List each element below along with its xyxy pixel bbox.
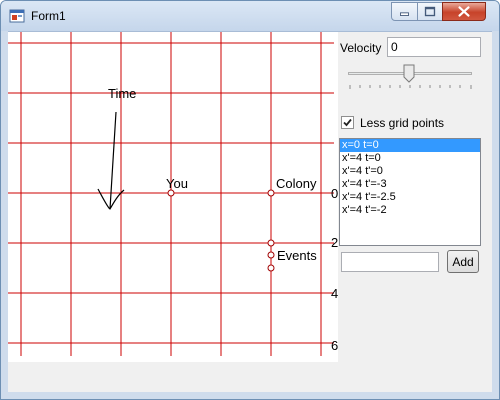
- colony-label: Colony: [276, 176, 317, 191]
- close-button[interactable]: [442, 2, 486, 21]
- axis-label: 0: [331, 186, 339, 201]
- window-title: Form1: [31, 9, 66, 23]
- form-window: Form1 Time You Colony Events 0 2 4 6 Vel…: [0, 0, 500, 400]
- axis-label: 2: [331, 235, 339, 250]
- colony-marker: [267, 189, 275, 197]
- list-item[interactable]: x'=4 t'=-2: [340, 204, 480, 217]
- form-app-icon: [9, 8, 25, 24]
- list-item[interactable]: x'=4 t'=-2.5: [340, 191, 480, 204]
- spacetime-grid: [8, 32, 334, 356]
- velocity-slider[interactable]: [344, 64, 476, 92]
- client-area: Time You Colony Events 0 2 4 6 Velocity: [8, 31, 492, 392]
- new-event-input[interactable]: [341, 252, 439, 272]
- title-bar[interactable]: Form1: [1, 1, 499, 31]
- minimize-icon: [400, 12, 409, 16]
- velocity-input[interactable]: [387, 37, 481, 57]
- list-item[interactable]: x'=4 t'=0: [340, 165, 480, 178]
- less-grid-checkbox[interactable]: [341, 116, 354, 129]
- add-button[interactable]: Add: [447, 250, 479, 273]
- slider-ticks: [349, 85, 472, 89]
- axis-label: 6: [331, 338, 339, 353]
- list-item[interactable]: x'=4 t'=-3: [340, 178, 480, 191]
- slider-thumb[interactable]: [403, 64, 415, 83]
- minimize-button[interactable]: [391, 2, 418, 21]
- time-label: Time: [108, 86, 137, 101]
- maximize-icon: [424, 6, 436, 17]
- time-arrow: [97, 111, 125, 210]
- less-grid-label[interactable]: Less grid points: [360, 116, 444, 130]
- spacetime-diagram[interactable]: Time You Colony Events 0 2 4 6: [8, 32, 338, 362]
- velocity-label: Velocity: [340, 41, 382, 55]
- event-marker: [267, 251, 275, 259]
- events-label: Events: [277, 248, 317, 263]
- list-item[interactable]: x'=4 t=0: [340, 152, 480, 165]
- event-marker: [267, 239, 275, 247]
- close-icon: [458, 6, 470, 17]
- event-listbox[interactable]: x=0 t=0 x'=4 t=0 x'=4 t'=0 x'=4 t'=-3 x'…: [339, 138, 481, 246]
- event-marker: [267, 264, 275, 272]
- checkmark-icon: [343, 118, 352, 127]
- list-item[interactable]: x=0 t=0: [340, 139, 480, 152]
- maximize-button[interactable]: [417, 2, 443, 21]
- axis-label: 4: [331, 286, 339, 301]
- you-label: You: [166, 176, 188, 191]
